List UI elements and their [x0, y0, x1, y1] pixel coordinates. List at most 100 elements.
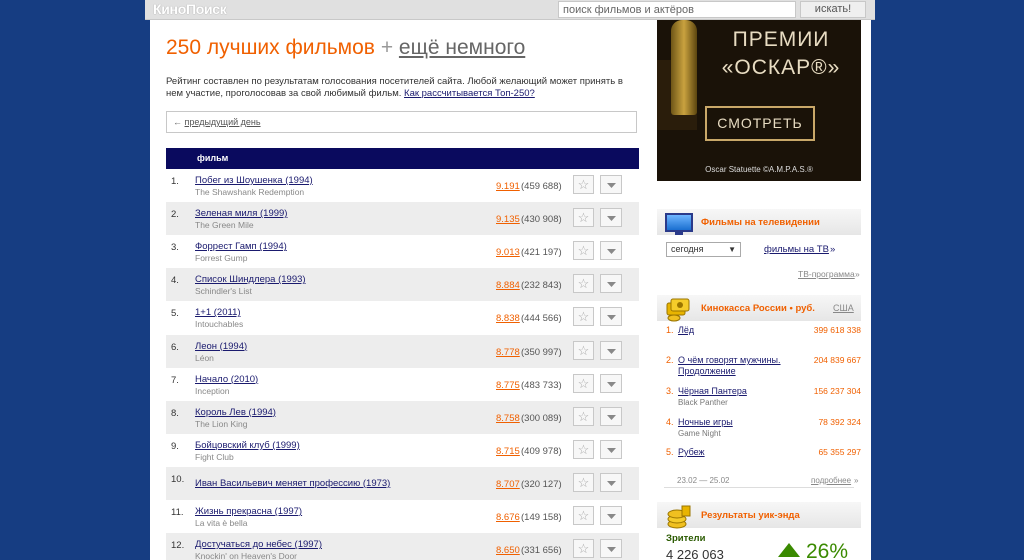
movie-original-title: The Green Mile — [195, 220, 254, 231]
movie-rank: 10. — [171, 473, 185, 485]
box-office-title-link[interactable]: О чём говорят мужчины. Продолжение — [678, 355, 793, 377]
movie-votes: (483 733) — [521, 379, 562, 391]
table-row: 12. Достучаться до небес (1997) Knockin' o… — [166, 533, 639, 560]
table-row: 9. Бойцовский клуб (1999) Fight Club 8.715(… — [166, 434, 639, 467]
dropdown-arrow-icon[interactable] — [600, 539, 622, 559]
movie-rating-link[interactable]: 9.135 — [496, 214, 520, 225]
movie-rating-link[interactable]: 8.758 — [496, 413, 520, 424]
dropdown-arrow-icon[interactable] — [600, 373, 622, 393]
star-icon[interactable]: ☆ — [573, 208, 594, 228]
star-icon[interactable]: ☆ — [573, 472, 594, 492]
movie-original-title: Inception — [195, 385, 230, 396]
divider — [664, 487, 854, 488]
box-office-rank: 1. — [666, 325, 674, 335]
box-office-money: 78 392 324 — [818, 417, 861, 427]
dropdown-arrow-icon[interactable] — [600, 175, 622, 194]
movie-rank: 11. — [171, 507, 184, 518]
box-office-title-link[interactable]: Рубеж — [678, 447, 793, 458]
box-office-title-link[interactable]: Чёрная Пантера — [678, 386, 793, 397]
movie-rating-link[interactable]: 8.676 — [496, 512, 520, 523]
tv-films-arrow-icon: » — [830, 244, 836, 255]
movie-rating-link[interactable]: 8.778 — [496, 347, 520, 358]
site-logo[interactable]: КиноПоиск — [153, 1, 227, 17]
table-row: 7. Начало (2010) Inception 8.775 (483 733) ☆ — [166, 368, 639, 401]
table-header: фильм — [166, 148, 639, 169]
movie-title-link[interactable]: Достучаться до небес (1997) — [195, 539, 322, 550]
movie-votes: (409 978) — [521, 445, 562, 457]
star-icon[interactable]: ☆ — [573, 506, 594, 525]
star-icon[interactable]: ☆ — [573, 274, 594, 294]
movie-rating-link[interactable]: 8.884 — [496, 280, 520, 291]
star-icon[interactable]: ☆ — [573, 307, 594, 327]
day-select[interactable]: сегодня ▼ — [666, 242, 741, 257]
movie-rating-link[interactable]: 8.707 — [496, 479, 520, 490]
dropdown-arrow-icon[interactable] — [600, 506, 622, 525]
movie-title-link[interactable]: Побег из Шоушенка (1994) — [195, 175, 313, 186]
dropdown-arrow-icon[interactable] — [600, 208, 622, 228]
movie-rating-link[interactable]: 9.013 — [496, 247, 520, 258]
more-films-link[interactable]: ещё немного — [399, 36, 525, 59]
tv-films-link[interactable]: фильмы на ТВ — [764, 244, 829, 255]
movie-original-title: Fight Club — [195, 451, 234, 462]
movie-original-title: Forrest Gump — [195, 253, 248, 264]
star-icon[interactable]: ☆ — [573, 175, 594, 194]
dropdown-arrow-icon[interactable] — [600, 439, 622, 459]
box-office-header: Кинокасса России • руб. — [657, 295, 861, 322]
box-office-original-title: Black Panther — [678, 398, 728, 407]
dropdown-arrow-icon[interactable] — [600, 307, 622, 327]
tv-program-link[interactable]: ТВ-программа — [798, 269, 855, 279]
movie-votes: (331 656) — [521, 545, 562, 557]
star-icon[interactable]: ☆ — [573, 340, 594, 360]
box-office-title-link[interactable]: Ночные игры — [678, 417, 793, 428]
movie-title-link[interactable]: Леон (1994) — [195, 341, 247, 352]
weekend-title[interactable]: Результаты уик-энда — [701, 510, 800, 521]
movie-title-link[interactable]: Форрест Гамп (1994) — [195, 241, 287, 252]
movie-title-link[interactable]: 1+1 (2011) — [195, 307, 241, 318]
movie-votes: (300 089) — [521, 412, 562, 424]
movie-title-link[interactable]: Список Шиндлера (1993) — [195, 274, 306, 285]
movie-title-link[interactable]: Король Лев (1994) — [195, 407, 276, 418]
movie-original-title: Intouchables — [195, 319, 244, 330]
movie-title-link[interactable]: Зеленая миля (1999) — [195, 208, 287, 219]
dropdown-arrow-icon[interactable] — [600, 406, 622, 426]
movie-rating-link[interactable]: 8.715 — [496, 446, 520, 457]
movie-votes: (444 566) — [521, 313, 562, 325]
box-office-original-title: Game Night — [678, 429, 721, 438]
star-icon[interactable]: ☆ — [573, 241, 594, 261]
movie-title-link[interactable]: Иван Васильевич меняет профессию (1973) — [195, 478, 390, 489]
movie-title-link[interactable]: Бойцовский клуб (1999) — [195, 440, 300, 451]
box-office-more-link[interactable]: подробнее — [811, 476, 851, 485]
rating-method-link[interactable]: Как рассчитывается Топ-250? — [404, 88, 535, 99]
movie-rank: 3. — [171, 242, 179, 254]
movie-rating-link[interactable]: 8.775 — [496, 380, 520, 391]
movie-title-link[interactable]: Начало (2010) — [195, 374, 258, 385]
movie-rating-link[interactable]: 8.650 — [496, 545, 520, 556]
box-office-title[interactable]: Кинокасса России • руб. — [701, 303, 815, 314]
box-office-money: 65 355 297 — [818, 447, 861, 457]
search-button[interactable]: искать! — [800, 1, 866, 18]
movie-original-title: Knockin' on Heaven's Door — [195, 551, 297, 560]
star-icon[interactable]: ☆ — [573, 406, 594, 426]
star-icon[interactable]: ☆ — [573, 439, 594, 459]
box-office-usa-link[interactable]: США — [833, 303, 854, 313]
oscar-banner[interactable]: ПРЕМИИ «ОСКАР®» СМОТРЕТЬ Oscar Statuette… — [657, 20, 861, 181]
search-input[interactable] — [558, 1, 796, 18]
movie-rank: 2. — [171, 209, 179, 221]
dropdown-arrow-icon[interactable] — [600, 472, 622, 492]
movie-rating-link[interactable]: 9.191 — [496, 181, 520, 192]
tv-widget-header: Фильмы на телевидении — [657, 209, 861, 235]
box-office-title-link[interactable]: Лёд — [678, 325, 793, 336]
dropdown-arrow-icon[interactable] — [600, 340, 622, 360]
tv-widget-title[interactable]: Фильмы на телевидении — [701, 217, 820, 228]
chevron-down-icon: ▼ — [728, 245, 736, 254]
movie-title-link[interactable]: Жизнь прекрасна (1997) — [195, 506, 302, 517]
movie-votes: (320 127) — [521, 478, 562, 490]
trend-up-icon — [778, 543, 800, 557]
movie-rating-link[interactable]: 8.838 — [496, 313, 520, 324]
star-icon[interactable]: ☆ — [573, 373, 594, 393]
previous-day-link[interactable]: предыдущий день — [185, 117, 261, 127]
dropdown-arrow-icon[interactable] — [600, 241, 622, 261]
dropdown-arrow-icon[interactable] — [600, 274, 622, 294]
watch-button[interactable]: СМОТРЕТЬ — [705, 106, 815, 141]
star-icon[interactable]: ☆ — [573, 539, 594, 559]
